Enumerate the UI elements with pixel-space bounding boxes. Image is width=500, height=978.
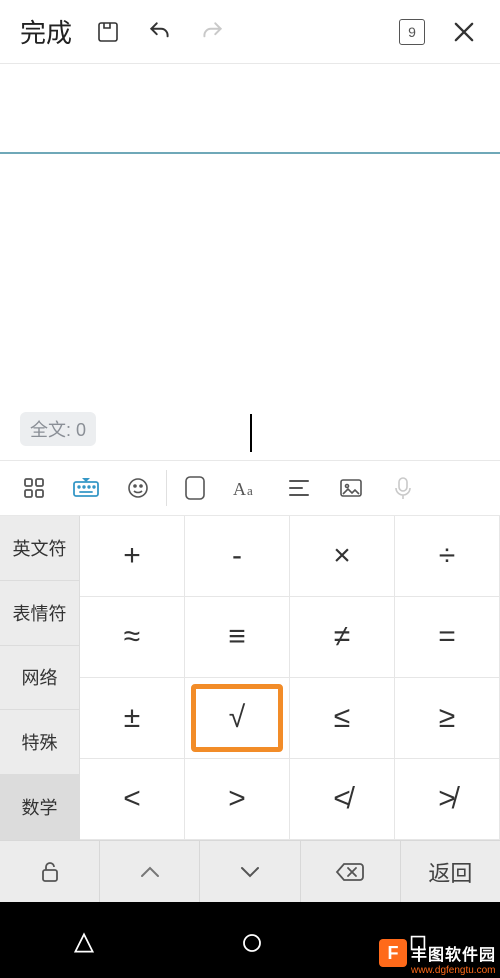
key-plusminus[interactable]: ±	[80, 678, 185, 759]
apps-icon[interactable]	[8, 460, 60, 516]
key-gt[interactable]: >	[185, 759, 290, 840]
top-toolbar: 完成 9	[0, 0, 500, 64]
up-icon[interactable]	[100, 841, 200, 902]
key-sqrt[interactable]: √	[185, 678, 290, 759]
down-icon[interactable]	[200, 841, 300, 902]
emoji-icon[interactable]	[112, 460, 164, 516]
key-eq[interactable]: =	[395, 597, 500, 678]
symbol-category-list: 英文符 表情符 网络 特殊 数学	[0, 516, 80, 840]
align-icon[interactable]	[273, 460, 325, 516]
back-button[interactable]: 返回	[401, 841, 500, 902]
key-divide[interactable]: ÷	[395, 516, 500, 597]
done-button[interactable]: 完成	[12, 13, 80, 50]
undo-icon[interactable]	[136, 8, 184, 56]
watermark-logo: F	[379, 939, 407, 967]
key-plus[interactable]: +	[80, 516, 185, 597]
backspace-icon[interactable]	[301, 841, 401, 902]
page-indicator[interactable]: 9	[388, 8, 436, 56]
nav-back-icon[interactable]	[71, 930, 97, 956]
save-icon[interactable]	[84, 8, 132, 56]
key-notgt[interactable]: ≯	[395, 759, 500, 840]
page-number-label: 9	[408, 24, 416, 40]
close-icon[interactable]	[440, 8, 488, 56]
key-neq[interactable]: ≠	[290, 597, 395, 678]
text-cursor	[250, 414, 252, 452]
android-navbar: F 丰图软件园 www.dgfengtu.com	[0, 902, 500, 978]
key-lt[interactable]: <	[80, 759, 185, 840]
symbol-grid: + - × ÷ ≈ ≡ ≠ = ± √ ≤ ≥ < > ≮ ≯	[80, 516, 500, 840]
style-icon[interactable]	[169, 460, 221, 516]
category-math[interactable]: 数学	[0, 775, 80, 840]
keyboard-controls: 返回	[0, 840, 500, 902]
key-identical[interactable]: ≡	[185, 597, 290, 678]
format-toolbar: A a	[0, 460, 500, 516]
category-special[interactable]: 特殊	[0, 710, 80, 775]
symbol-keyboard: 英文符 表情符 网络 特殊 数学 + - × ÷ ≈ ≡ ≠ = ± √ ≤ ≥…	[0, 516, 500, 840]
watermark-url: www.dgfengtu.com	[411, 965, 496, 976]
key-notlt[interactable]: ≮	[290, 759, 395, 840]
watermark: F 丰图软件园 www.dgfengtu.com	[379, 939, 496, 976]
lock-icon[interactable]	[0, 841, 100, 902]
mic-icon[interactable]	[377, 460, 429, 516]
key-multiply[interactable]: ×	[290, 516, 395, 597]
key-geq[interactable]: ≥	[395, 678, 500, 759]
key-leq[interactable]: ≤	[290, 678, 395, 759]
font-icon[interactable]: A a	[221, 460, 273, 516]
category-network[interactable]: 网络	[0, 646, 80, 711]
redo-icon[interactable]	[188, 8, 236, 56]
keyboard-icon[interactable]	[60, 460, 112, 516]
nav-home-icon[interactable]	[240, 931, 264, 955]
document-content[interactable]: 全文: 0	[0, 64, 500, 460]
category-english[interactable]: 英文符	[0, 516, 80, 581]
image-icon[interactable]	[325, 460, 377, 516]
fulltext-badge: 全文: 0	[20, 412, 96, 446]
svg-text:a: a	[247, 483, 253, 498]
content-separator	[0, 152, 500, 154]
category-emoji[interactable]: 表情符	[0, 581, 80, 646]
svg-text:A: A	[233, 479, 246, 499]
watermark-brand: 丰图软件园	[411, 941, 496, 965]
key-approx[interactable]: ≈	[80, 597, 185, 678]
key-minus[interactable]: -	[185, 516, 290, 597]
